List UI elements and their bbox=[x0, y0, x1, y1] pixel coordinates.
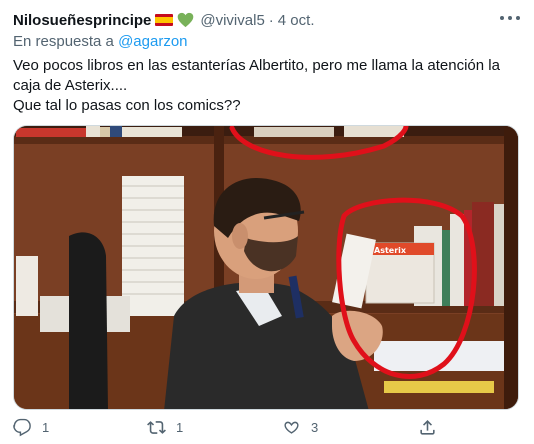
tweet-actions: 1 1 3 bbox=[0, 418, 534, 444]
tweet-photo[interactable]: Asterix bbox=[13, 125, 519, 410]
retweet-button[interactable]: 1 bbox=[147, 418, 183, 437]
tweet-text-line: Veo pocos libros en las estanterías Albe… bbox=[13, 57, 500, 94]
like-button[interactable]: 3 bbox=[282, 418, 318, 437]
tweet-date[interactable]: 4 oct. bbox=[278, 12, 315, 29]
reply-prefix: En respuesta a bbox=[13, 33, 114, 50]
share-icon bbox=[420, 420, 435, 435]
more-options-icon[interactable] bbox=[500, 14, 520, 22]
reply-context: En respuesta a @agarzon bbox=[13, 33, 188, 50]
reply-count: 1 bbox=[42, 420, 50, 435]
reply-button[interactable]: 1 bbox=[13, 418, 49, 437]
spain-flag-icon bbox=[155, 14, 174, 26]
retweet-count: 1 bbox=[176, 420, 184, 435]
retweet-icon bbox=[147, 421, 166, 434]
green-heart-icon bbox=[178, 12, 194, 28]
tweet-text-line: Que tal lo pasas con los comics?? bbox=[13, 97, 241, 114]
tweet-header: Nilosueñesprincipe @vivival5 · 4 oct. bbox=[13, 10, 314, 30]
tweet-text: Veo pocos libros en las estanterías Albe… bbox=[13, 56, 523, 116]
like-count: 3 bbox=[311, 420, 319, 435]
tweet-card[interactable]: Nilosueñesprincipe @vivival5 · 4 oct. En… bbox=[0, 0, 534, 444]
office-photo: Asterix bbox=[14, 126, 518, 409]
asterix-box-label: Asterix bbox=[374, 246, 407, 255]
reply-icon bbox=[13, 418, 31, 437]
author-handle[interactable]: @vivival5 bbox=[200, 12, 264, 29]
author-name[interactable]: Nilosueñesprincipe bbox=[13, 12, 151, 29]
separator-dot: · bbox=[268, 11, 274, 29]
heart-outline-icon bbox=[284, 421, 299, 434]
reply-mention-link[interactable]: @agarzon bbox=[118, 33, 187, 50]
share-button[interactable] bbox=[418, 418, 437, 437]
